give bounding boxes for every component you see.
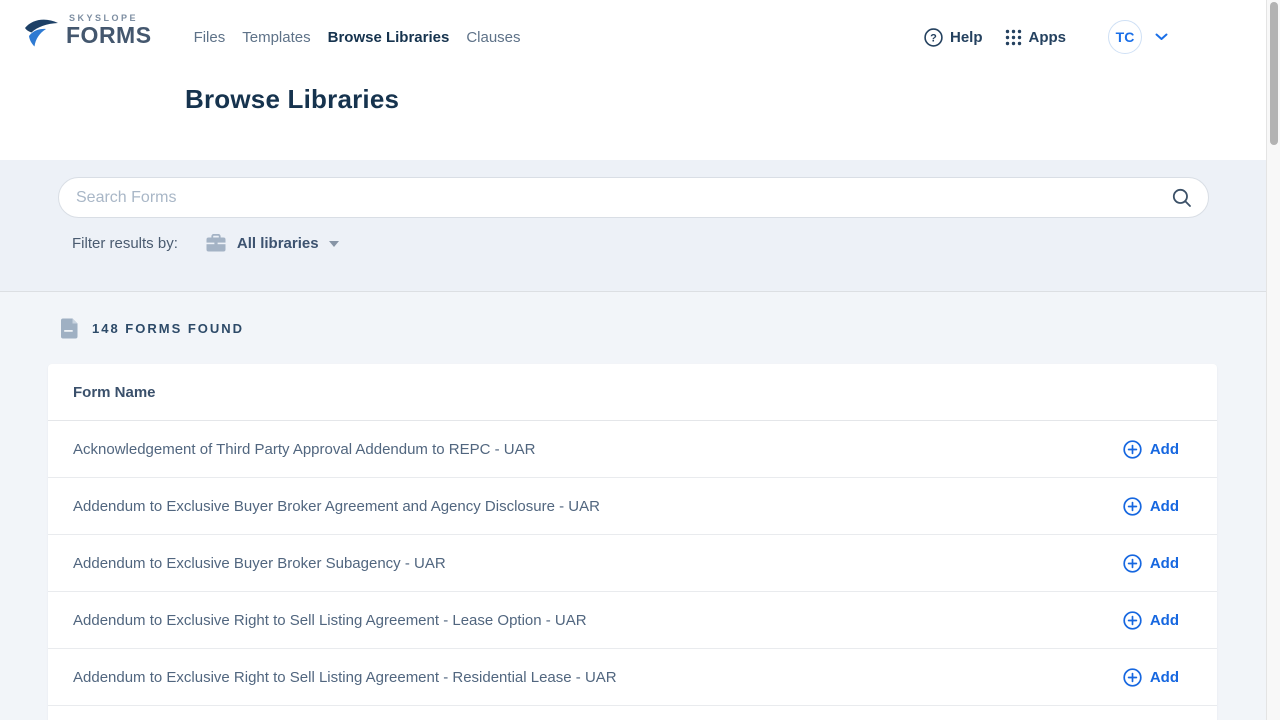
search-icon[interactable] xyxy=(1172,188,1192,213)
search-input[interactable] xyxy=(58,177,1209,218)
brand-name-bottom: FORMS xyxy=(66,23,152,47)
forms-table: Form Name Acknowledgement of Third Party… xyxy=(48,364,1217,720)
user-menu[interactable]: TC xyxy=(1108,20,1168,54)
skyslope-swoosh-icon xyxy=(22,13,64,60)
nav-item-files[interactable]: Files xyxy=(194,29,226,46)
help-label: Help xyxy=(950,29,983,46)
nav-item-clauses[interactable]: Clauses xyxy=(466,29,520,46)
add-circle-icon xyxy=(1123,497,1142,516)
add-button[interactable]: Add xyxy=(1123,668,1179,687)
table-row: Addendum to Exclusive Buyer Broker Subag… xyxy=(48,535,1217,592)
search-section: Filter results by: All libraries xyxy=(0,160,1280,292)
add-button-label: Add xyxy=(1150,669,1179,686)
page-title: Browse Libraries xyxy=(185,84,1280,115)
forms-found-count: 148 FORMS FOUND xyxy=(92,321,244,336)
form-name: Addendum to Exclusive Right to Sell List… xyxy=(73,669,617,686)
scrollbar-thumb[interactable] xyxy=(1270,2,1278,145)
app-window: SKYSLOPE FORMS Files Templates Browse Libr… xyxy=(0,0,1280,720)
nav-item-templates[interactable]: Templates xyxy=(242,29,310,46)
svg-text:?: ? xyxy=(930,32,937,44)
table-row: Addendum to Exclusive Buyer Broker Agree… xyxy=(48,478,1217,535)
results-section: 148 FORMS FOUND Form Name Acknowledgemen… xyxy=(0,292,1280,720)
add-button-label: Add xyxy=(1150,555,1179,572)
add-circle-icon xyxy=(1123,668,1142,687)
form-name: Acknowledgement of Third Party Approval … xyxy=(73,441,535,458)
table-row: Addendum to Exclusive Right to Sell List… xyxy=(48,649,1217,706)
caret-down-icon xyxy=(329,241,339,247)
apps-button[interactable]: Apps xyxy=(1005,29,1067,46)
table-body: Acknowledgement of Third Party Approval … xyxy=(48,421,1217,706)
table-row: Acknowledgement of Third Party Approval … xyxy=(48,421,1217,478)
help-button[interactable]: ? Help xyxy=(924,28,983,47)
add-button-label: Add xyxy=(1150,498,1179,515)
app-header: SKYSLOPE FORMS Files Templates Browse Libr… xyxy=(0,0,1280,160)
form-name: Addendum to Exclusive Right to Sell List… xyxy=(73,612,587,629)
add-button[interactable]: Add xyxy=(1123,440,1179,459)
add-button-label: Add xyxy=(1150,441,1179,458)
add-circle-icon xyxy=(1123,554,1142,573)
document-icon xyxy=(61,318,79,339)
filter-label: Filter results by: xyxy=(72,235,178,252)
help-icon: ? xyxy=(924,28,943,47)
add-button-label: Add xyxy=(1150,612,1179,629)
apps-label: Apps xyxy=(1029,29,1067,46)
avatar[interactable]: TC xyxy=(1108,20,1142,54)
form-name: Addendum to Exclusive Buyer Broker Agree… xyxy=(73,498,600,515)
filter-selected-value: All libraries xyxy=(237,235,319,252)
add-button[interactable]: Add xyxy=(1123,497,1179,516)
form-name: Addendum to Exclusive Buyer Broker Subag… xyxy=(73,555,446,572)
column-header-form-name: Form Name xyxy=(73,384,156,401)
vertical-scrollbar[interactable] xyxy=(1266,0,1280,720)
add-button[interactable]: Add xyxy=(1123,611,1179,630)
library-filter-dropdown[interactable]: All libraries xyxy=(206,234,339,252)
add-button[interactable]: Add xyxy=(1123,554,1179,573)
skyslope-forms-logo[interactable]: SKYSLOPE FORMS xyxy=(22,13,152,60)
add-circle-icon xyxy=(1123,611,1142,630)
briefcase-icon xyxy=(206,234,226,252)
nav-item-browse-libraries[interactable]: Browse Libraries xyxy=(328,29,450,46)
table-row: Addendum to Exclusive Right to Sell List… xyxy=(48,592,1217,649)
brand-name-top: SKYSLOPE xyxy=(69,13,152,23)
main-nav: Files Templates Browse Libraries Clauses xyxy=(194,29,538,46)
table-row-partial xyxy=(48,706,1217,720)
top-bar: SKYSLOPE FORMS Files Templates Browse Libr… xyxy=(0,0,1280,72)
table-header-row: Form Name xyxy=(48,364,1217,421)
apps-grid-icon xyxy=(1005,29,1022,46)
add-circle-icon xyxy=(1123,440,1142,459)
chevron-down-icon[interactable] xyxy=(1155,33,1168,41)
